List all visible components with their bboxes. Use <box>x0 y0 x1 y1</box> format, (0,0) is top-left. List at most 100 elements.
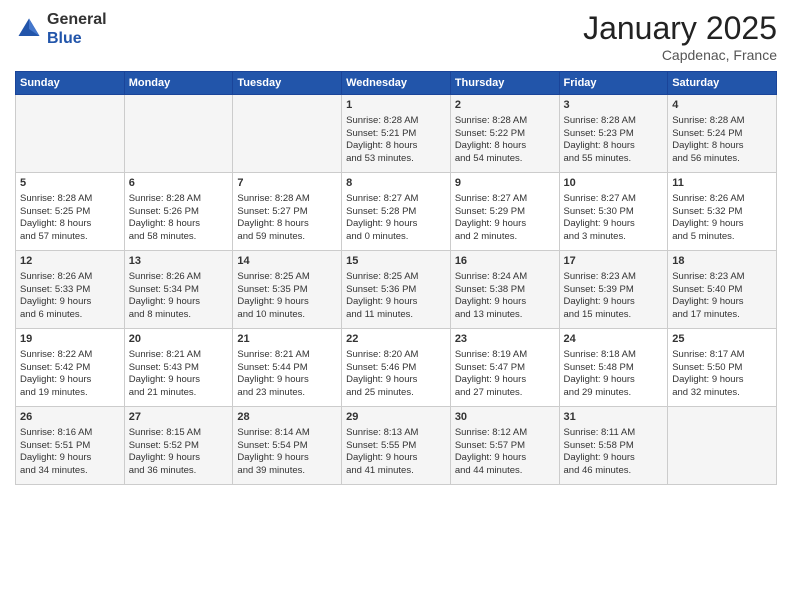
day-info: Sunrise: 8:27 AM Sunset: 5:28 PM Dayligh… <box>346 193 446 244</box>
day-number: 23 <box>455 332 555 347</box>
day-info: Sunrise: 8:13 AM Sunset: 5:55 PM Dayligh… <box>346 427 446 478</box>
calendar-cell: 13Sunrise: 8:26 AM Sunset: 5:34 PM Dayli… <box>124 251 233 329</box>
day-info: Sunrise: 8:28 AM Sunset: 5:27 PM Dayligh… <box>237 193 337 244</box>
calendar-cell: 25 Sunrise: 8:17 AM Sunset: 5:50 PM Dayli… <box>668 329 777 407</box>
day-number: 28 <box>237 410 337 425</box>
day-info: Sunrise: 8:14 AM Sunset: 5:54 PM Dayligh… <box>237 427 337 478</box>
month-title: January 2025 <box>583 10 777 47</box>
day-info: Sunrise: 8:21 AM Sunset: 5:44 PM Dayligh… <box>237 349 337 400</box>
day-number: 2 <box>455 98 555 113</box>
calendar-cell: 16 Sunrise: 8:24 AM Sunset: 5:38 PM Dayli… <box>450 251 559 329</box>
day-number: 22 <box>346 332 446 347</box>
logo-general: General <box>47 11 107 28</box>
calendar-cell: 24Sunrise: 8:18 AM Sunset: 5:48 PM Dayli… <box>559 329 668 407</box>
calendar-week-row: 12 Sunrise: 8:26 AM Sunset: 5:33 PM Dayli… <box>16 251 777 329</box>
calendar-cell: 27Sunrise: 8:15 AM Sunset: 5:52 PM Dayli… <box>124 407 233 485</box>
day-info: Sunrise: 8:27 AM Sunset: 5:29 PM Dayligh… <box>455 193 555 244</box>
weekday-header-tuesday: Tuesday <box>233 72 342 95</box>
title-block: January 2025 Capdenac, France <box>583 10 777 63</box>
day-info: Sunrise: 8:27 AM Sunset: 5:30 PM Dayligh… <box>564 193 664 244</box>
calendar-cell: 17Sunrise: 8:23 AM Sunset: 5:39 PM Dayli… <box>559 251 668 329</box>
calendar-week-row: 19Sunrise: 8:22 AM Sunset: 5:42 PM Dayli… <box>16 329 777 407</box>
calendar-cell: 31 Sunrise: 8:11 AM Sunset: 5:58 PM Dayli… <box>559 407 668 485</box>
calendar-cell <box>124 95 233 173</box>
calendar-cell: 1 Sunrise: 8:28 AM Sunset: 5:21 PM Daylig… <box>342 95 451 173</box>
day-number: 19 <box>20 332 120 347</box>
calendar-cell: 7 Sunrise: 8:28 AM Sunset: 5:27 PM Daylig… <box>233 173 342 251</box>
calendar-cell <box>668 407 777 485</box>
day-info: Sunrise: 8:19 AM Sunset: 5:47 PM Dayligh… <box>455 349 555 400</box>
calendar-cell: 4 Sunrise: 8:28 AM Sunset: 5:24 PM Daylig… <box>668 95 777 173</box>
weekday-header-wednesday: Wednesday <box>342 72 451 95</box>
calendar-cell: 21 Sunrise: 8:21 AM Sunset: 5:44 PM Dayli… <box>233 329 342 407</box>
logo-icon <box>15 15 43 43</box>
weekday-header-saturday: Saturday <box>668 72 777 95</box>
day-info: Sunrise: 8:28 AM Sunset: 5:25 PM Dayligh… <box>20 193 120 244</box>
day-info: Sunrise: 8:25 AM Sunset: 5:35 PM Dayligh… <box>237 271 337 322</box>
day-info: Sunrise: 8:26 AM Sunset: 5:33 PM Dayligh… <box>20 271 120 322</box>
calendar-cell: 8 Sunrise: 8:27 AM Sunset: 5:28 PM Daylig… <box>342 173 451 251</box>
day-number: 8 <box>346 176 446 191</box>
day-number: 4 <box>672 98 772 113</box>
calendar-week-row: 5 Sunrise: 8:28 AM Sunset: 5:25 PM Daylig… <box>16 173 777 251</box>
calendar-cell: 11 Sunrise: 8:26 AM Sunset: 5:32 PM Dayli… <box>668 173 777 251</box>
weekday-header-friday: Friday <box>559 72 668 95</box>
day-info: Sunrise: 8:11 AM Sunset: 5:58 PM Dayligh… <box>564 427 664 478</box>
logo-text: General Blue <box>47 10 107 48</box>
calendar-cell: 10 Sunrise: 8:27 AM Sunset: 5:30 PM Dayli… <box>559 173 668 251</box>
day-number: 3 <box>564 98 664 113</box>
day-number: 11 <box>672 176 772 191</box>
day-info: Sunrise: 8:16 AM Sunset: 5:51 PM Dayligh… <box>20 427 120 478</box>
day-number: 30 <box>455 410 555 425</box>
weekday-header-sunday: Sunday <box>16 72 125 95</box>
day-number: 26 <box>20 410 120 425</box>
calendar-week-row: 1 Sunrise: 8:28 AM Sunset: 5:21 PM Daylig… <box>16 95 777 173</box>
calendar: SundayMondayTuesdayWednesdayThursdayFrid… <box>15 71 777 485</box>
day-number: 5 <box>20 176 120 191</box>
day-info: Sunrise: 8:23 AM Sunset: 5:39 PM Dayligh… <box>564 271 664 322</box>
page-container: General Blue January 2025 Capdenac, Fran… <box>0 0 792 490</box>
day-number: 1 <box>346 98 446 113</box>
day-info: Sunrise: 8:28 AM Sunset: 5:21 PM Dayligh… <box>346 115 446 166</box>
day-info: Sunrise: 8:28 AM Sunset: 5:26 PM Dayligh… <box>129 193 229 244</box>
day-info: Sunrise: 8:21 AM Sunset: 5:43 PM Dayligh… <box>129 349 229 400</box>
calendar-cell: 2Sunrise: 8:28 AM Sunset: 5:22 PM Daylig… <box>450 95 559 173</box>
calendar-cell: 6Sunrise: 8:28 AM Sunset: 5:26 PM Daylig… <box>124 173 233 251</box>
day-number: 20 <box>129 332 229 347</box>
logo: General Blue <box>15 10 107 48</box>
day-number: 7 <box>237 176 337 191</box>
calendar-cell: 29 Sunrise: 8:13 AM Sunset: 5:55 PM Dayli… <box>342 407 451 485</box>
day-info: Sunrise: 8:24 AM Sunset: 5:38 PM Dayligh… <box>455 271 555 322</box>
day-info: Sunrise: 8:28 AM Sunset: 5:24 PM Dayligh… <box>672 115 772 166</box>
day-number: 16 <box>455 254 555 269</box>
day-info: Sunrise: 8:26 AM Sunset: 5:32 PM Dayligh… <box>672 193 772 244</box>
day-info: Sunrise: 8:12 AM Sunset: 5:57 PM Dayligh… <box>455 427 555 478</box>
calendar-cell <box>16 95 125 173</box>
logo-blue: Blue <box>47 30 82 47</box>
day-number: 21 <box>237 332 337 347</box>
day-number: 15 <box>346 254 446 269</box>
calendar-cell: 9 Sunrise: 8:27 AM Sunset: 5:29 PM Daylig… <box>450 173 559 251</box>
calendar-cell: 30 Sunrise: 8:12 AM Sunset: 5:57 PM Dayli… <box>450 407 559 485</box>
day-info: Sunrise: 8:17 AM Sunset: 5:50 PM Dayligh… <box>672 349 772 400</box>
day-number: 14 <box>237 254 337 269</box>
day-number: 25 <box>672 332 772 347</box>
day-info: Sunrise: 8:23 AM Sunset: 5:40 PM Dayligh… <box>672 271 772 322</box>
calendar-header: SundayMondayTuesdayWednesdayThursdayFrid… <box>16 72 777 95</box>
day-number: 27 <box>129 410 229 425</box>
weekday-header-thursday: Thursday <box>450 72 559 95</box>
weekday-header-monday: Monday <box>124 72 233 95</box>
day-number: 29 <box>346 410 446 425</box>
calendar-cell <box>233 95 342 173</box>
calendar-cell: 26 Sunrise: 8:16 AM Sunset: 5:51 PM Dayli… <box>16 407 125 485</box>
day-number: 12 <box>20 254 120 269</box>
calendar-cell: 18Sunrise: 8:23 AM Sunset: 5:40 PM Dayli… <box>668 251 777 329</box>
location: Capdenac, France <box>583 47 777 63</box>
calendar-cell: 23 Sunrise: 8:19 AM Sunset: 5:47 PM Dayli… <box>450 329 559 407</box>
day-number: 9 <box>455 176 555 191</box>
day-info: Sunrise: 8:28 AM Sunset: 5:23 PM Dayligh… <box>564 115 664 166</box>
day-number: 31 <box>564 410 664 425</box>
day-number: 10 <box>564 176 664 191</box>
header: General Blue January 2025 Capdenac, Fran… <box>15 10 777 63</box>
calendar-cell: 14 Sunrise: 8:25 AM Sunset: 5:35 PM Dayli… <box>233 251 342 329</box>
